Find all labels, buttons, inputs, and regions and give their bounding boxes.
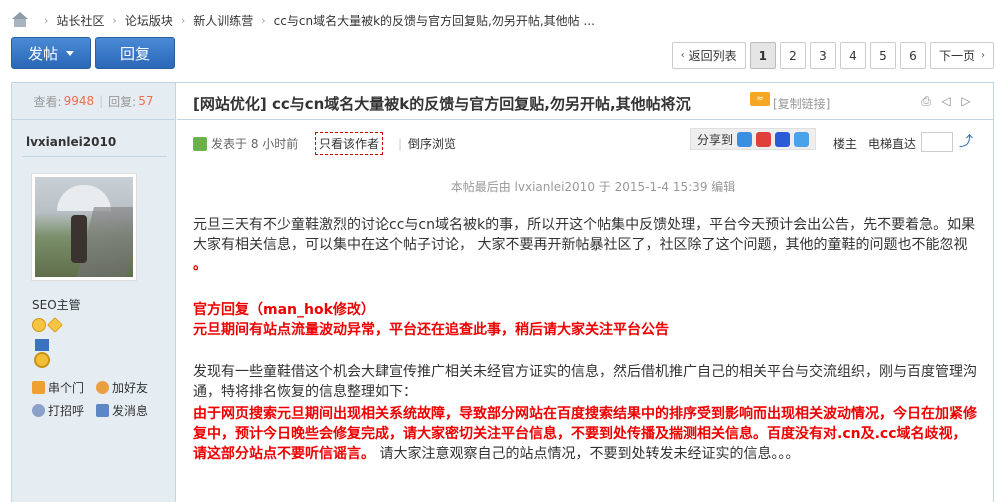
new-post-label: 发帖: [27, 44, 58, 63]
rank-icons: [32, 317, 63, 333]
page-4[interactable]: 4: [839, 42, 866, 69]
message-link[interactable]: 发消息: [96, 402, 160, 419]
user-actions: 串个门 加好友 打招呼 发消息: [32, 379, 160, 419]
breadcrumb-current: cc与cn域名大量被k的反馈与官方回复贴,勿另开帖,其他帖 ...: [273, 13, 595, 28]
house-icon: [32, 381, 45, 394]
thread-title-text: cc与cn域名大量被k的反馈与官方回复贴,勿另开帖,其他帖将沉: [271, 95, 691, 113]
thread-stats: 查看: 9948 | 回复: 57: [12, 83, 175, 120]
replies-count: 57: [138, 94, 154, 108]
elevator-label: 电梯直达: [868, 137, 917, 151]
page-2[interactable]: 2: [779, 42, 806, 69]
edit-notice: 本帖最后由 lvxianlei2010 于 2015-1-4 15:39 编辑: [450, 180, 736, 194]
back-to-list-label: 返回列表: [688, 49, 737, 63]
print-icon[interactable]: ⎙: [919, 94, 933, 108]
views-count: 9948: [63, 94, 95, 108]
thread-title: [网站优化] cc与cn域名大量被k的反馈与官方回复贴,勿另开帖,其他帖将沉: [193, 93, 691, 114]
weibo-icon[interactable]: [756, 131, 772, 147]
tieba-icon[interactable]: [794, 131, 810, 147]
breadcrumb: › 站长社区 › 论坛版块 › 新人训练营 › cc与cn域名大量被k的反馈与官…: [12, 9, 595, 31]
reverse-order-link[interactable]: 倒序浏览: [398, 135, 456, 152]
breadcrumb-separator: ›: [112, 13, 117, 27]
page-3[interactable]: 3: [809, 42, 836, 69]
next-page-button[interactable]: 下一页 ›: [929, 42, 994, 69]
chevron-right-icon: ›: [981, 50, 985, 61]
person-shape: [71, 215, 87, 263]
online-status-icon: [193, 136, 207, 151]
post-paragraph-1-text: 元旦三天有不少童鞋激烈的讨论cc与cn域名被k的事，所以开这个帖集中反馈处理，平…: [193, 217, 976, 253]
next-thread-icon[interactable]: ▷: [959, 94, 973, 108]
publish-time: 发表于 8 小时前: [211, 137, 299, 151]
avatar-image: [35, 177, 133, 277]
replies-label: 回复:: [108, 94, 137, 109]
add-friend-label: 加好友: [112, 381, 149, 395]
breadcrumb-item-training[interactable]: 新人训练营: [193, 12, 253, 29]
back-to-list-button[interactable]: ‹ 返回列表: [671, 42, 746, 69]
prev-thread-icon[interactable]: ◁: [939, 94, 953, 108]
reply-button[interactable]: 回复: [95, 37, 175, 69]
breadcrumb-separator: ›: [261, 13, 266, 27]
new-post-button[interactable]: 发帖: [11, 37, 91, 69]
page-6[interactable]: 6: [899, 42, 926, 69]
post-paragraph-1: 元旦三天有不少童鞋激烈的讨论cc与cn域名被k的事，所以开这个帖集中反馈处理，平…: [193, 215, 978, 275]
thread-header: [网站优化] cc与cn域名大量被k的反馈与官方回复贴,勿另开帖,其他帖将沉 ≈…: [177, 83, 993, 120]
greet-icon: [32, 404, 45, 417]
views-label: 查看:: [33, 94, 62, 109]
official-reply: 官方回复（man_hok修改） 元旦期间有站点流量波动异常，平台还在追查此事，稍…: [193, 300, 978, 340]
smiley-icon: [32, 318, 46, 332]
add-friend-icon: [96, 381, 109, 394]
qzone-icon[interactable]: [737, 131, 753, 147]
reply-label: 回复: [119, 44, 150, 63]
greet-link[interactable]: 打招呼: [32, 402, 96, 419]
author-name[interactable]: lvxianlei2010: [26, 135, 116, 149]
official-reply-title: 官方回复（man_hok修改）: [193, 302, 375, 318]
divider: [22, 156, 167, 157]
hot-badge-icon: ≈: [750, 92, 770, 106]
official-reply-text: 元旦期间有站点流量波动异常，平台还在追查此事，稍后请大家关注平台公告: [193, 322, 669, 338]
envelope-icon: [96, 404, 109, 417]
post-paragraph-3: 发现有一些童鞋借这个机会大肆宣传推广相关未经官方证实的信息，然后借机推广自己的相…: [193, 364, 977, 400]
thread-category[interactable]: [网站优化]: [193, 95, 267, 113]
share-bar: 分享到: [690, 128, 817, 150]
next-page-label: 下一页: [938, 49, 975, 63]
breadcrumb-separator: ›: [44, 13, 49, 27]
breadcrumb-separator: ›: [180, 13, 186, 27]
elevator-input[interactable]: [921, 132, 953, 152]
visit-link[interactable]: 串个门: [32, 379, 96, 396]
only-author-link[interactable]: 只看该作者: [315, 132, 384, 155]
medal-icon[interactable]: [34, 339, 50, 371]
stats-divider: |: [99, 94, 104, 108]
baidu-icon[interactable]: [775, 131, 791, 147]
elevator-go-icon[interactable]: ⤴: [959, 132, 975, 152]
publish-info: 发表于 8 小时前: [193, 135, 298, 152]
message-label: 发消息: [112, 404, 149, 418]
page-1[interactable]: 1: [749, 42, 776, 69]
greet-label: 打招呼: [48, 404, 85, 418]
copy-link-button[interactable]: [复制链接]: [773, 95, 830, 112]
post-paragraph-4-tail: 请大家注意观察自己的站点情况，不要到处转发未经证实的信息。。。: [375, 446, 800, 462]
share-label: 分享到: [697, 132, 734, 147]
floor-label: 楼主: [833, 137, 858, 151]
post-paragraph-1-dot: 。: [193, 257, 207, 273]
page-5[interactable]: 5: [869, 42, 896, 69]
visit-label: 串个门: [48, 381, 85, 395]
chevron-down-icon: [66, 50, 74, 56]
avatar[interactable]: [31, 173, 137, 281]
thread-tools: ⎙ ◁ ▷: [919, 94, 973, 108]
post-paragraph-4: 由于网页搜索元旦期间出现相关系统故障，导致部分网站在百度搜索结果中的排序受到影响…: [193, 404, 978, 464]
star-icon: [47, 317, 63, 333]
breadcrumb-item-forum[interactable]: 论坛版块: [125, 12, 173, 29]
breadcrumb-item-community[interactable]: 站长社区: [56, 12, 104, 29]
pagination: ‹ 返回列表 1 2 3 4 5 6 下一页 ›: [671, 42, 994, 69]
add-friend-link[interactable]: 加好友: [96, 379, 160, 396]
home-icon[interactable]: [12, 12, 28, 28]
post-meta: 发表于 8 小时前 只看该作者 倒序浏览 分享到 楼主 电梯直达 ⤴: [177, 120, 993, 166]
author-sidebar: 查看: 9948 | 回复: 57 lvxianlei2010 SEO主管 串个…: [11, 82, 176, 502]
chevron-left-icon: ‹: [680, 50, 685, 61]
user-group[interactable]: SEO主管: [32, 296, 81, 313]
